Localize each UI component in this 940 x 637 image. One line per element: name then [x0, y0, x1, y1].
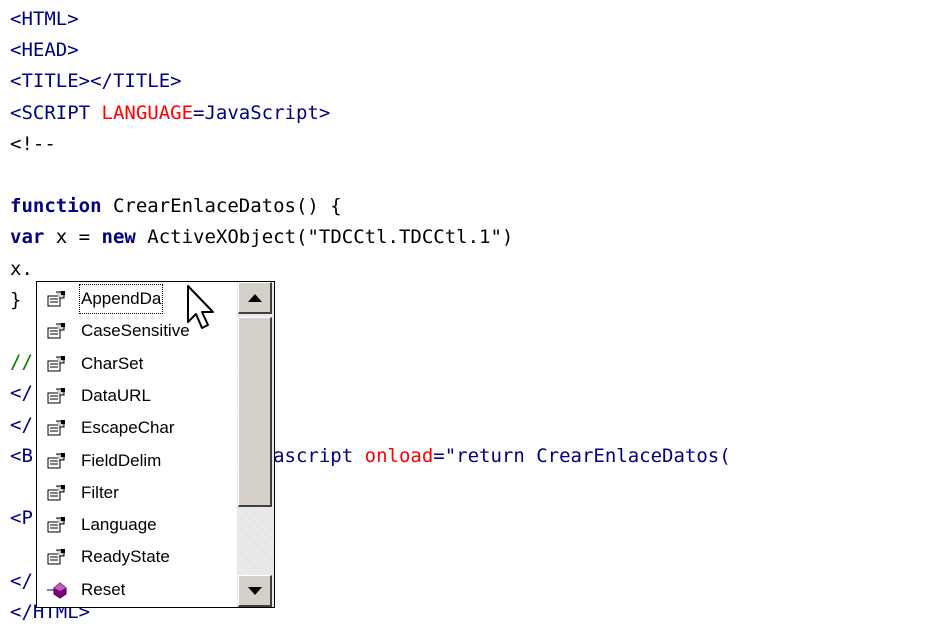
- property-icon: [47, 355, 67, 373]
- code-token: function: [10, 195, 102, 218]
- code-token: new: [101, 226, 136, 249]
- code-token: </: [10, 413, 33, 436]
- code-token: <SCRIPT: [10, 101, 102, 124]
- property-icon: [47, 322, 67, 340]
- autocomplete-item-label: Reset: [81, 579, 126, 599]
- code-line: x.: [10, 253, 33, 285]
- code-line: <!--: [10, 128, 56, 160]
- code-token: ="return CrearEnlaceDatos(: [433, 444, 731, 467]
- code-token: <P: [10, 507, 33, 530]
- property-icon: [47, 419, 67, 437]
- code-token: <HEAD>: [10, 39, 79, 62]
- autocomplete-item-label: Language: [81, 515, 157, 535]
- autocomplete-scrollbar[interactable]: [237, 282, 274, 607]
- property-icon: [47, 452, 67, 470]
- scroll-up-button[interactable]: [238, 282, 272, 314]
- code-token: <HTML>: [10, 8, 79, 30]
- code-token: </: [10, 569, 33, 592]
- autocomplete-item-label: CharSet: [81, 353, 144, 373]
- code-token: </: [10, 382, 33, 405]
- code-token: <!--: [10, 132, 56, 155]
- code-line: </: [10, 377, 33, 409]
- autocomplete-item[interactable]: Reset: [37, 574, 238, 606]
- code-token: }: [10, 288, 22, 311]
- autocomplete-item[interactable]: Language: [37, 509, 238, 541]
- autocomplete-item[interactable]: DataURL: [37, 380, 238, 412]
- code-token: x =: [44, 226, 102, 249]
- code-token: <B: [10, 444, 33, 467]
- code-token: ActiveXObject("TDCCtl.TDCCtl.1"): [135, 226, 514, 249]
- autocomplete-item-label: FieldDelim: [81, 450, 162, 470]
- arrow-up-icon: [248, 294, 262, 302]
- code-line: //: [10, 346, 33, 378]
- autocomplete-item[interactable]: EscapeChar: [37, 412, 238, 444]
- property-icon: [47, 516, 67, 534]
- arrow-down-icon: [248, 587, 262, 595]
- scroll-thumb[interactable]: [238, 317, 272, 507]
- mouse-pointer-icon: [187, 285, 214, 329]
- property-icon: [47, 548, 67, 566]
- autocomplete-popup[interactable]: AppendDa CaseSensitive CharSet DataURL Escap…: [36, 281, 275, 608]
- code-line: <TITLE></TITLE>: [10, 65, 182, 97]
- code-token: =JavaScript>: [193, 101, 331, 124]
- autocomplete-item-label: AppendDa: [78, 283, 164, 315]
- autocomplete-item[interactable]: ReadyState: [37, 541, 238, 573]
- code-token: onload: [364, 444, 434, 467]
- code-line: }: [10, 284, 21, 316]
- property-icon: [47, 290, 67, 308]
- autocomplete-item[interactable]: Filter: [37, 477, 238, 509]
- code-line: <P: [10, 502, 33, 534]
- scroll-down-button[interactable]: [238, 575, 272, 607]
- code-line: <HEAD>: [10, 34, 79, 66]
- autocomplete-item-label: EscapeChar: [81, 418, 175, 438]
- autocomplete-item-label: ReadyState: [81, 547, 170, 567]
- property-icon: [47, 484, 67, 502]
- code-token: var: [10, 226, 45, 249]
- code-token: CrearEnlaceDatos() {: [101, 195, 342, 218]
- autocomplete-item[interactable]: FieldDelim: [37, 445, 238, 477]
- code-line: </: [10, 565, 33, 597]
- code-token: LANGUAGE: [101, 101, 194, 124]
- code-line: <HTML>: [10, 3, 79, 35]
- code-token: x.: [10, 257, 33, 280]
- code-token: //: [10, 351, 33, 374]
- code-line: var x = new ActiveXObject("TDCCtl.TDCCtl…: [10, 221, 513, 253]
- code-line: function CrearEnlaceDatos() {: [10, 190, 342, 222]
- code-line: </: [10, 409, 33, 441]
- property-icon: [47, 387, 67, 405]
- code-token: <TITLE></TITLE>: [10, 70, 182, 93]
- code-line: <SCRIPT LANGUAGE=JavaScript>: [10, 97, 330, 129]
- autocomplete-item-label: Filter: [81, 482, 119, 502]
- method-icon: [47, 581, 67, 599]
- autocomplete-item-label: DataURL: [81, 385, 151, 405]
- autocomplete-item[interactable]: CharSet: [37, 348, 238, 380]
- autocomplete-item-label: CaseSensitive: [81, 321, 190, 341]
